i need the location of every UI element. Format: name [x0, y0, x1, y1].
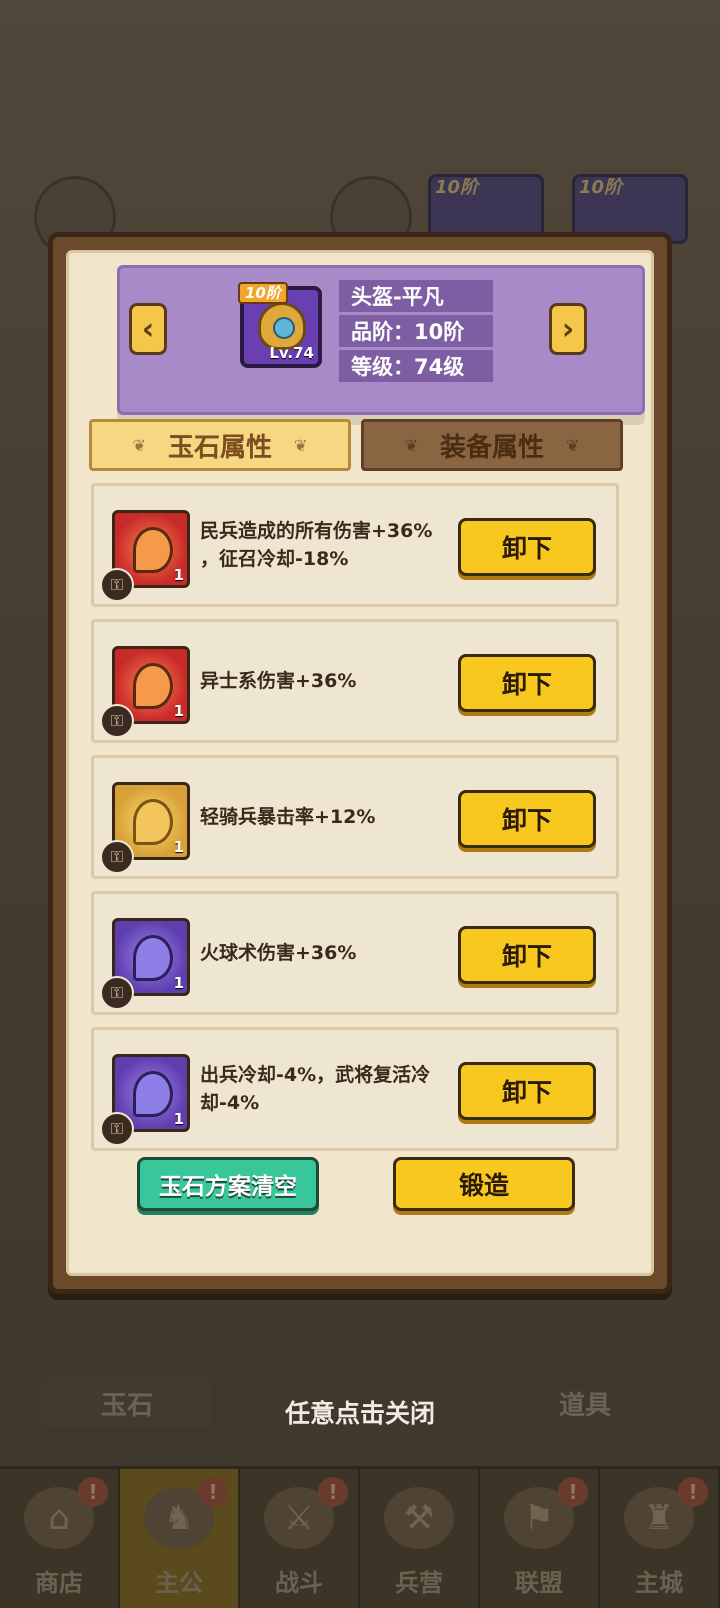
item-level-row: 等级：74级	[339, 350, 493, 382]
tab-label: 玉石属性	[167, 432, 272, 463]
jade-row: 1 ⚿ 异士系伤害+36% 卸下	[91, 619, 619, 743]
gem-count: 1	[173, 838, 184, 856]
tab-jade-attributes[interactable]: ❦ 玉石属性 ❦	[89, 419, 351, 471]
nav-label: 战斗	[275, 1569, 323, 1597]
nav-label: 联盟	[515, 1569, 563, 1597]
gem-count: 1	[173, 702, 184, 720]
tab-label: 装备属性	[439, 432, 544, 463]
notification-badge-icon: !	[558, 1477, 588, 1507]
prev-item-button[interactable]: ‹	[129, 303, 167, 355]
notification-badge-icon: !	[78, 1477, 108, 1507]
nav-label: 兵营	[395, 1569, 443, 1597]
jade-row: 1 ⚿ 轻骑兵暴击率+12% 卸下	[91, 755, 619, 879]
nav-alliance[interactable]: ⚑ 联盟 !	[480, 1469, 600, 1608]
notification-badge-icon: !	[318, 1477, 348, 1507]
modal-panel: ‹ › 10阶 Lv.74 头盔-平凡 品阶：10阶 等级：74级 ❦ 玉石属性…	[66, 250, 654, 1276]
gem-count: 1	[173, 566, 184, 584]
item-quality: 品阶：10阶	[339, 315, 493, 347]
cloud-deco-icon: ❦	[404, 435, 418, 455]
unequip-button[interactable]: 卸下	[458, 1062, 596, 1120]
effect-line: 却-4%	[200, 1092, 260, 1114]
nav-lord[interactable]: ♞ 主公 !	[120, 1469, 240, 1608]
nav-label: 主城	[635, 1569, 683, 1597]
unequip-button[interactable]: 卸下	[458, 518, 596, 576]
jade-row: 1 ⚿ 火球术伤害+36% 卸下	[91, 891, 619, 1015]
jade-shape-icon	[133, 799, 173, 845]
gem-count: 1	[173, 974, 184, 992]
jade-row: 1 ⚿ 民兵造成的所有伤害+36% ，征召冷却-18% 卸下	[91, 483, 619, 607]
item-level: Lv.74	[269, 344, 314, 362]
cloud-deco-icon: ❦	[294, 435, 308, 455]
clear-jade-plan-button[interactable]: 玉石方案清空	[137, 1157, 319, 1211]
jade-effect-text: 出兵冷却-4%，武将复活冷 却-4%	[200, 1030, 458, 1148]
effect-line: 异士系伤害+36%	[200, 670, 357, 692]
tab-equipment-attributes[interactable]: ❦ 装备属性 ❦	[361, 419, 623, 471]
effect-line: 出兵冷却-4%，武将复活冷	[200, 1064, 431, 1086]
cloud-deco-icon: ❦	[566, 435, 580, 455]
nav-shop[interactable]: ⌂ 商店 !	[0, 1469, 120, 1608]
lock-icon: ⚿	[100, 704, 134, 738]
nav-label: 商店	[35, 1569, 83, 1597]
chevron-right-icon: ›	[561, 311, 575, 347]
unequip-button[interactable]: 卸下	[458, 654, 596, 712]
bg-card-tier: 10阶	[579, 177, 623, 198]
jade-shape-icon	[133, 935, 173, 981]
jade-effect-text: 轻骑兵暴击率+12%	[200, 758, 458, 876]
effect-line: ，征召冷却-18%	[200, 548, 349, 570]
jade-effect-text: 火球术伤害+36%	[200, 894, 458, 1012]
next-item-button[interactable]: ›	[549, 303, 587, 355]
lock-icon: ⚿	[100, 1112, 134, 1146]
close-hint[interactable]: 任意点击关闭	[0, 1394, 720, 1430]
nav-city[interactable]: ♜ 主城 !	[600, 1469, 720, 1608]
nav-battle[interactable]: ⚔ 战斗 !	[240, 1469, 360, 1608]
jade-shape-icon	[133, 663, 173, 709]
jade-shape-icon	[133, 1071, 173, 1117]
forge-button[interactable]: 锻造	[393, 1157, 575, 1211]
helmet-item-icon: 10阶 Lv.74	[238, 282, 322, 368]
unequip-button[interactable]: 卸下	[458, 926, 596, 984]
bg-card-tier: 10阶	[435, 177, 479, 198]
jade-effect-text: 民兵造成的所有伤害+36% ，征召冷却-18%	[200, 486, 458, 604]
chevron-left-icon: ‹	[141, 311, 155, 347]
notification-badge-icon: !	[198, 1477, 228, 1507]
barracks-icon: ⚒	[384, 1487, 454, 1549]
lock-icon: ⚿	[100, 568, 134, 602]
gem-count: 1	[173, 1110, 184, 1128]
notification-badge-icon: !	[678, 1477, 708, 1507]
cloud-deco-icon: ❦	[132, 435, 146, 455]
nav-label: 主公	[155, 1569, 203, 1597]
item-name: 头盔-平凡	[339, 280, 493, 312]
unequip-button[interactable]: 卸下	[458, 790, 596, 848]
nav-barracks[interactable]: ⚒ 兵营	[360, 1469, 480, 1608]
effect-line: 轻骑兵暴击率+12%	[200, 806, 376, 828]
helmet-icon	[258, 302, 306, 350]
effect-line: 民兵造成的所有伤害+36%	[200, 520, 433, 542]
tier-badge: 10阶	[238, 282, 288, 304]
lock-icon: ⚿	[100, 840, 134, 874]
jade-shape-icon	[133, 527, 173, 573]
jade-effect-text: 异士系伤害+36%	[200, 622, 458, 740]
lock-icon: ⚿	[100, 976, 134, 1010]
bottom-nav: ⌂ 商店 ! ♞ 主公 ! ⚔ 战斗 ! ⚒ 兵营 ⚑ 联盟 ! ♜ 主城 !	[0, 1466, 720, 1608]
jade-row: 1 ⚿ 出兵冷却-4%，武将复活冷 却-4% 卸下	[91, 1027, 619, 1151]
effect-line: 火球术伤害+36%	[200, 942, 357, 964]
equipment-detail-modal: ‹ › 10阶 Lv.74 头盔-平凡 品阶：10阶 等级：74级 ❦ 玉石属性…	[48, 232, 672, 1294]
